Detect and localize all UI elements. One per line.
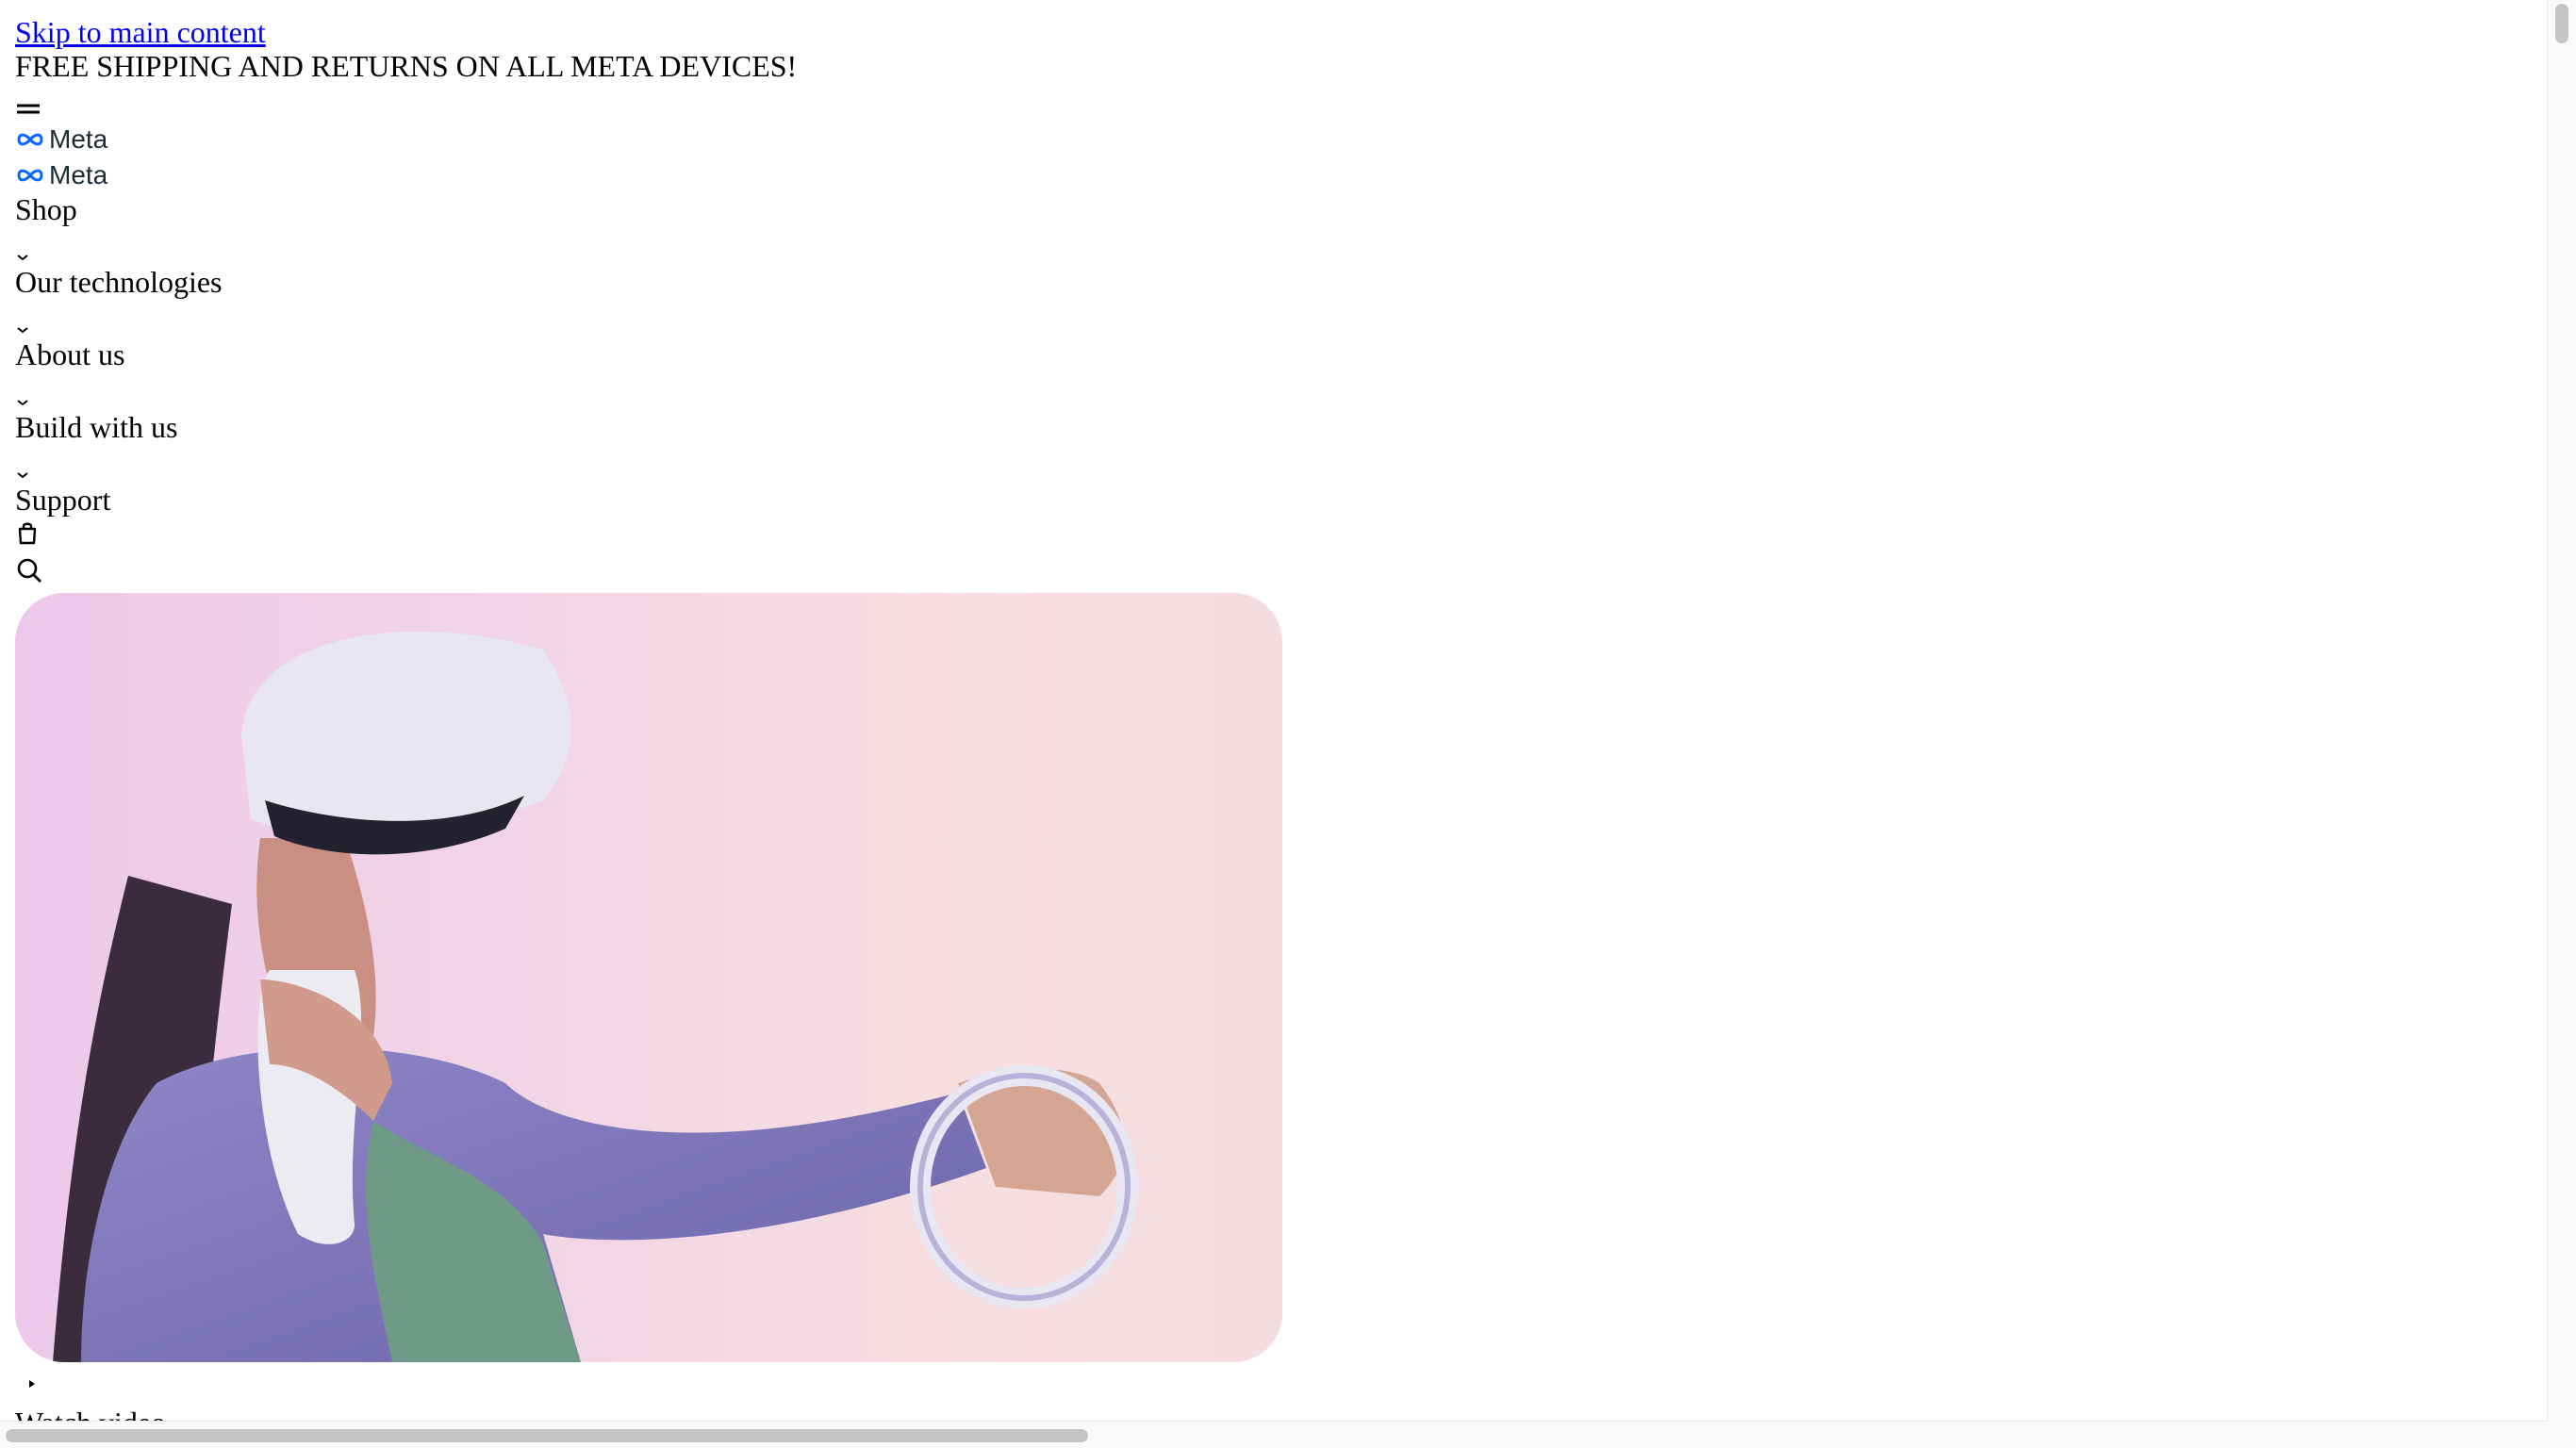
chevron-down-icon[interactable]: [15, 308, 30, 334]
scrollbar-corner: [2548, 1422, 2576, 1448]
meta-logo[interactable]: Meta: [15, 124, 107, 155]
horizontal-scrollbar[interactable]: [0, 1421, 2548, 1448]
meta-logo-secondary[interactable]: Meta: [15, 160, 107, 190]
nav-item-support[interactable]: Support: [15, 483, 110, 518]
vr-person-illustration: [53, 631, 1138, 1362]
search-icon[interactable]: [15, 556, 43, 584]
nav-item-our-technologies[interactable]: Our technologies: [15, 265, 223, 300]
hero-image[interactable]: [15, 593, 1282, 1362]
vertical-scrollbar-thumb[interactable]: [2555, 4, 2568, 43]
horizontal-scrollbar-thumb[interactable]: [6, 1429, 1088, 1442]
chevron-down-icon[interactable]: [15, 236, 30, 261]
menu-icon[interactable]: [15, 90, 41, 114]
skip-to-main-content-link[interactable]: Skip to main content: [15, 15, 266, 50]
chevron-down-icon[interactable]: [15, 381, 30, 406]
meta-infinity-icon: [15, 124, 45, 155]
chevron-down-icon[interactable]: [15, 453, 30, 479]
nav-item-shop[interactable]: Shop: [15, 192, 77, 227]
vertical-scrollbar[interactable]: [2547, 0, 2576, 1422]
play-triangle-icon[interactable]: [26, 1377, 38, 1390]
watch-video-label[interactable]: Watch video: [15, 1406, 166, 1422]
shopping-bag-icon[interactable]: [15, 518, 40, 545]
meta-logo-text: Meta: [49, 160, 108, 189]
nav-item-build-with-us[interactable]: Build with us: [15, 410, 177, 445]
page: Skip to main content FREE SHIPPING AND R…: [0, 0, 2576, 1448]
meta-logo-text: Meta: [49, 124, 108, 154]
nav-item-about-us[interactable]: About us: [15, 337, 124, 372]
free-shipping-banner: FREE SHIPPING AND RETURNS ON ALL META DE…: [15, 49, 798, 83]
meta-infinity-icon: [15, 160, 45, 190]
